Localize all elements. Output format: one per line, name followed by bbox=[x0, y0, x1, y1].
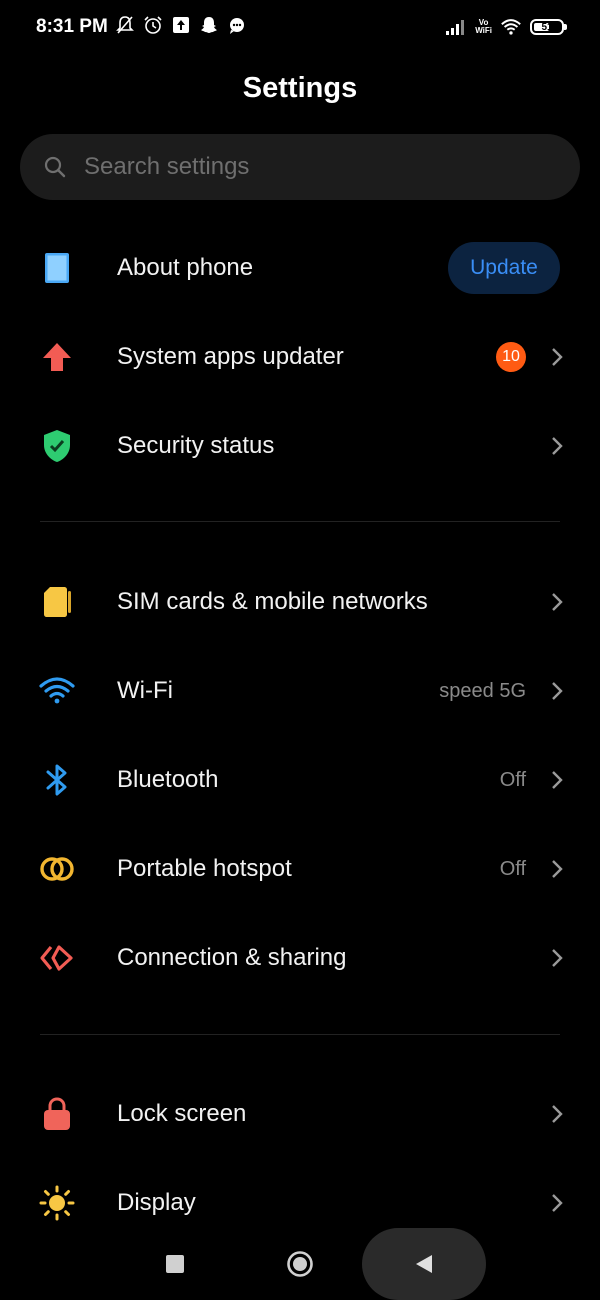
chat-icon bbox=[226, 14, 248, 36]
settings-item-portable-hotspot[interactable]: Portable hotspot Off bbox=[0, 825, 600, 913]
search-placeholder: Search settings bbox=[84, 153, 250, 180]
alarm-icon bbox=[142, 14, 164, 36]
bluetooth-status-value: Off bbox=[499, 768, 526, 791]
notification-badge: 10 bbox=[496, 342, 526, 372]
search-input[interactable]: Search settings bbox=[20, 134, 580, 200]
item-label: Lock screen bbox=[117, 1100, 247, 1127]
wifi-icon bbox=[38, 672, 76, 710]
section-divider bbox=[40, 521, 560, 522]
hotspot-status-value: Off bbox=[499, 857, 526, 880]
settings-item-bluetooth[interactable]: Bluetooth Off bbox=[0, 736, 600, 824]
settings-item-sim-cards[interactable]: SIM cards & mobile networks bbox=[0, 558, 600, 646]
chevron-right-icon bbox=[552, 682, 563, 700]
item-label: Bluetooth bbox=[117, 766, 219, 793]
settings-item-lock-screen[interactable]: Lock screen bbox=[0, 1070, 600, 1158]
home-button[interactable] bbox=[286, 1250, 314, 1278]
wifi-network-value: speed 5G bbox=[439, 679, 526, 702]
settings-item-about-phone[interactable]: About phone Update bbox=[0, 224, 600, 312]
chevron-right-icon bbox=[552, 1194, 563, 1212]
sun-icon bbox=[38, 1184, 76, 1222]
battery-level: 51 bbox=[541, 21, 553, 33]
settings-item-connection-sharing[interactable]: Connection & sharing bbox=[0, 914, 600, 1002]
chevron-right-icon bbox=[552, 771, 563, 789]
vowifi-label: Vo WiFi bbox=[475, 18, 492, 35]
recents-button[interactable] bbox=[166, 1255, 184, 1273]
status-right-icons: Vo WiFi 51 bbox=[445, 16, 567, 38]
lock-icon bbox=[38, 1095, 76, 1133]
back-arrow-icon bbox=[416, 1255, 432, 1273]
connection-sharing-icon bbox=[38, 939, 76, 977]
status-bar: 8:31 PM Vo WiFi 51 bbox=[0, 0, 600, 56]
signal-icon bbox=[445, 16, 467, 38]
status-time: 8:31 PM bbox=[36, 16, 108, 37]
chevron-right-icon bbox=[552, 949, 563, 967]
item-label: Display bbox=[117, 1189, 196, 1216]
chevron-right-icon bbox=[552, 860, 563, 878]
settings-item-system-apps-updater[interactable]: System apps updater 10 bbox=[0, 313, 600, 401]
chevron-right-icon bbox=[552, 593, 563, 611]
settings-item-wifi[interactable]: Wi-Fi speed 5G bbox=[0, 647, 600, 735]
chevron-right-icon bbox=[552, 437, 563, 455]
item-label: Connection & sharing bbox=[117, 944, 347, 971]
item-label: SIM cards & mobile networks bbox=[117, 588, 428, 615]
shield-icon bbox=[38, 427, 76, 465]
navigation-bar bbox=[0, 1228, 600, 1300]
page-title: Settings bbox=[242, 72, 358, 104]
chevron-right-icon bbox=[552, 1105, 563, 1123]
item-label: About phone bbox=[117, 254, 254, 281]
item-label: Portable hotspot bbox=[117, 855, 292, 882]
arrow-up-icon bbox=[38, 338, 76, 376]
status-left-icons bbox=[114, 14, 248, 36]
section-divider bbox=[40, 1034, 560, 1035]
upload-icon bbox=[170, 14, 192, 36]
phone-icon bbox=[38, 249, 76, 287]
muted-bell-icon bbox=[114, 14, 136, 36]
battery-icon: 51 bbox=[530, 19, 567, 35]
update-button[interactable]: Update bbox=[448, 242, 560, 294]
item-label: Security status bbox=[117, 432, 275, 459]
wifi-status-icon bbox=[500, 16, 522, 38]
item-label: Wi-Fi bbox=[117, 677, 173, 704]
bluetooth-icon bbox=[38, 761, 76, 799]
settings-item-security-status[interactable]: Security status bbox=[0, 402, 600, 490]
item-label: System apps updater bbox=[117, 343, 344, 370]
chevron-right-icon bbox=[552, 348, 563, 366]
search-icon bbox=[42, 154, 68, 180]
snapchat-icon bbox=[198, 14, 220, 36]
back-button[interactable] bbox=[362, 1228, 486, 1300]
sim-card-icon bbox=[38, 583, 76, 621]
hotspot-icon bbox=[38, 850, 76, 888]
